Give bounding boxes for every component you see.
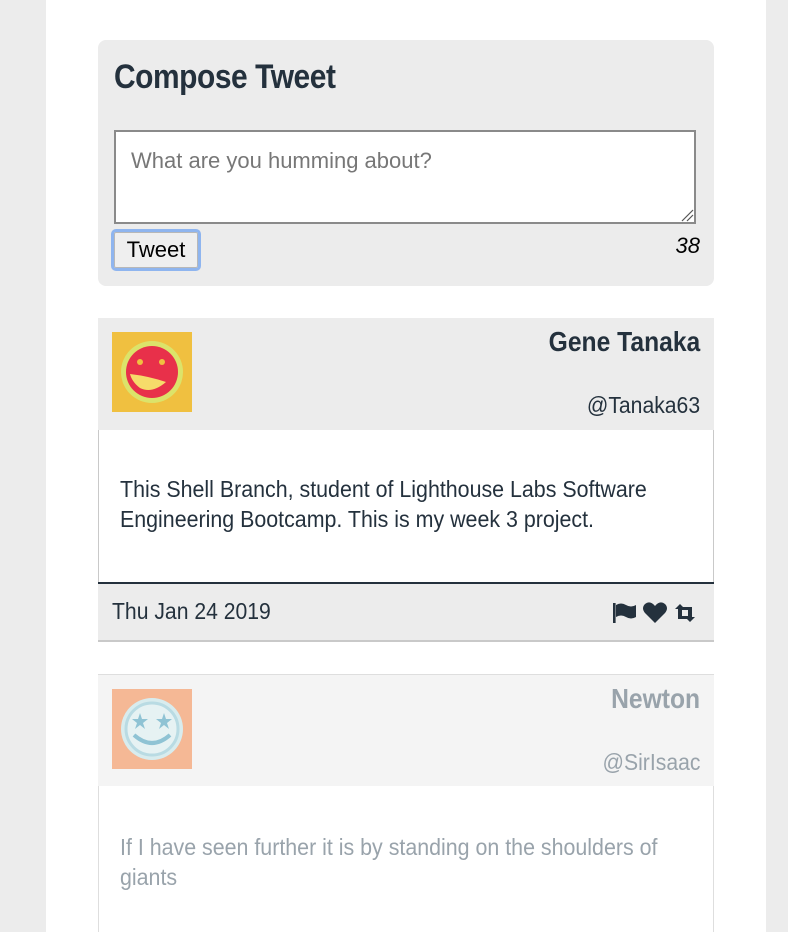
character-counter: 38 <box>675 233 700 258</box>
avatar <box>112 332 192 412</box>
tweet-header: Gene Tanaka @Tanaka63 <box>98 318 714 430</box>
tweet-actions <box>612 601 698 625</box>
flag-icon[interactable] <box>612 601 638 625</box>
resize-grip-icon[interactable] <box>680 208 694 222</box>
tweet-body: If I have seen further it is by standing… <box>98 786 714 932</box>
tweet-footer: Thu Jan 24 2019 <box>98 582 714 640</box>
compose-tweet-panel: Compose Tweet Tweet 38 <box>98 40 714 286</box>
tweet-textarea[interactable] <box>114 130 696 224</box>
tweet-author-handle: @SirIsaac <box>602 749 700 775</box>
tweet-text: If I have seen further it is by standing… <box>120 834 658 890</box>
compose-title: Compose Tweet <box>114 58 336 96</box>
retweet-icon[interactable] <box>672 601 698 625</box>
tweet-author-name: Gene Tanaka <box>548 326 700 357</box>
tweet-card: Newton @SirIsaac If I have seen further … <box>98 674 714 932</box>
avatar <box>112 689 192 769</box>
tweet-text: This Shell Branch, student of Lighthouse… <box>120 476 647 532</box>
tweet-date: Thu Jan 24 2019 <box>112 598 271 624</box>
tweet-body: This Shell Branch, student of Lighthouse… <box>98 430 714 582</box>
tweet-button[interactable]: Tweet <box>111 229 201 271</box>
page-container: Compose Tweet Tweet 38 Gene Tanaka @Tana… <box>46 0 766 932</box>
tweet-author-handle: @Tanaka63 <box>586 392 700 418</box>
tweet-card: Gene Tanaka @Tanaka63 This Shell Branch,… <box>98 318 714 642</box>
tweet-header: Newton @SirIsaac <box>98 674 714 786</box>
tweet-author-name: Newton <box>611 683 700 714</box>
heart-icon[interactable] <box>642 601 668 625</box>
